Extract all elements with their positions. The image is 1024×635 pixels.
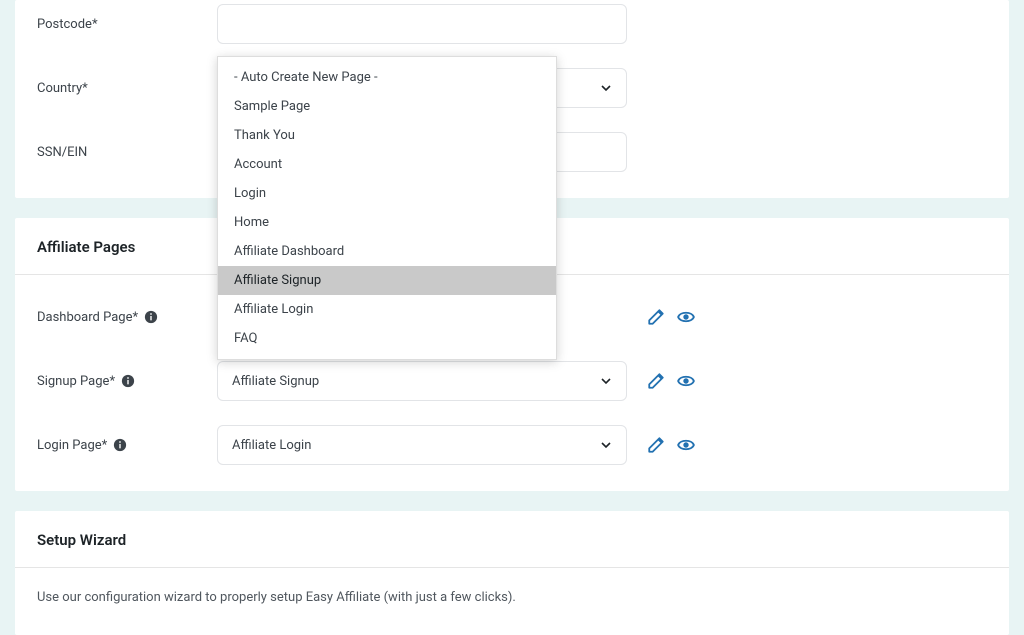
dropdown-item[interactable]: Account xyxy=(218,150,556,179)
postcode-input[interactable] xyxy=(217,4,627,44)
dropdown-item[interactable]: Sample Page xyxy=(218,92,556,121)
login-actions xyxy=(645,434,697,456)
postcode-label: Postcode* xyxy=(37,17,217,32)
dropdown-item[interactable]: Thank You xyxy=(218,121,556,150)
view-icon[interactable] xyxy=(675,370,697,392)
dropdown-item[interactable]: - Auto Create New Page - xyxy=(218,63,556,92)
ssn-label: SSN/EIN xyxy=(37,145,217,160)
signup-actions xyxy=(645,370,697,392)
info-icon[interactable] xyxy=(144,310,158,324)
edit-icon[interactable] xyxy=(645,370,667,392)
edit-icon[interactable] xyxy=(645,306,667,328)
view-icon[interactable] xyxy=(675,306,697,328)
info-icon[interactable] xyxy=(121,374,135,388)
signup-page-select[interactable]: Affiliate Signup xyxy=(217,361,627,401)
postcode-row: Postcode* xyxy=(15,4,1009,44)
chevron-down-icon xyxy=(600,439,612,451)
login-page-value: Affiliate Login xyxy=(232,438,311,453)
form-panel: Postcode* Country* - Auto Create New Pag… xyxy=(15,0,1009,198)
setup-wizard-panel: Setup Wizard Use our configuration wizar… xyxy=(15,511,1009,635)
setup-wizard-text: Use our configuration wizard to properly… xyxy=(15,590,1009,605)
edit-icon[interactable] xyxy=(645,434,667,456)
signup-page-label: Signup Page* xyxy=(37,374,217,389)
country-row: Country* - Auto Create New Page -Sample … xyxy=(15,68,1009,108)
dropdown-item[interactable]: Affiliate Login xyxy=(218,295,556,324)
dashboard-page-label: Dashboard Page* xyxy=(37,310,217,325)
signup-page-value: Affiliate Signup xyxy=(232,374,319,389)
login-page-row: Login Page* Affiliate Login xyxy=(15,425,1009,465)
dropdown-item[interactable]: Home xyxy=(218,208,556,237)
dropdown-item[interactable]: Affiliate Dashboard xyxy=(218,237,556,266)
dropdown-item[interactable]: FAQ xyxy=(218,324,556,353)
signup-page-row: Signup Page* Affiliate Signup xyxy=(15,361,1009,401)
info-icon[interactable] xyxy=(113,438,127,452)
country-label: Country* xyxy=(37,81,217,96)
dropdown-item[interactable]: Affiliate Signup xyxy=(218,266,556,295)
chevron-down-icon xyxy=(600,375,612,387)
login-page-label: Login Page* xyxy=(37,438,217,453)
dashboard-actions xyxy=(645,306,697,328)
dropdown-item[interactable]: Login xyxy=(218,179,556,208)
login-page-select[interactable]: Affiliate Login xyxy=(217,425,627,465)
page-dropdown[interactable]: - Auto Create New Page -Sample PageThank… xyxy=(217,56,557,360)
chevron-down-icon xyxy=(600,82,612,94)
view-icon[interactable] xyxy=(675,434,697,456)
